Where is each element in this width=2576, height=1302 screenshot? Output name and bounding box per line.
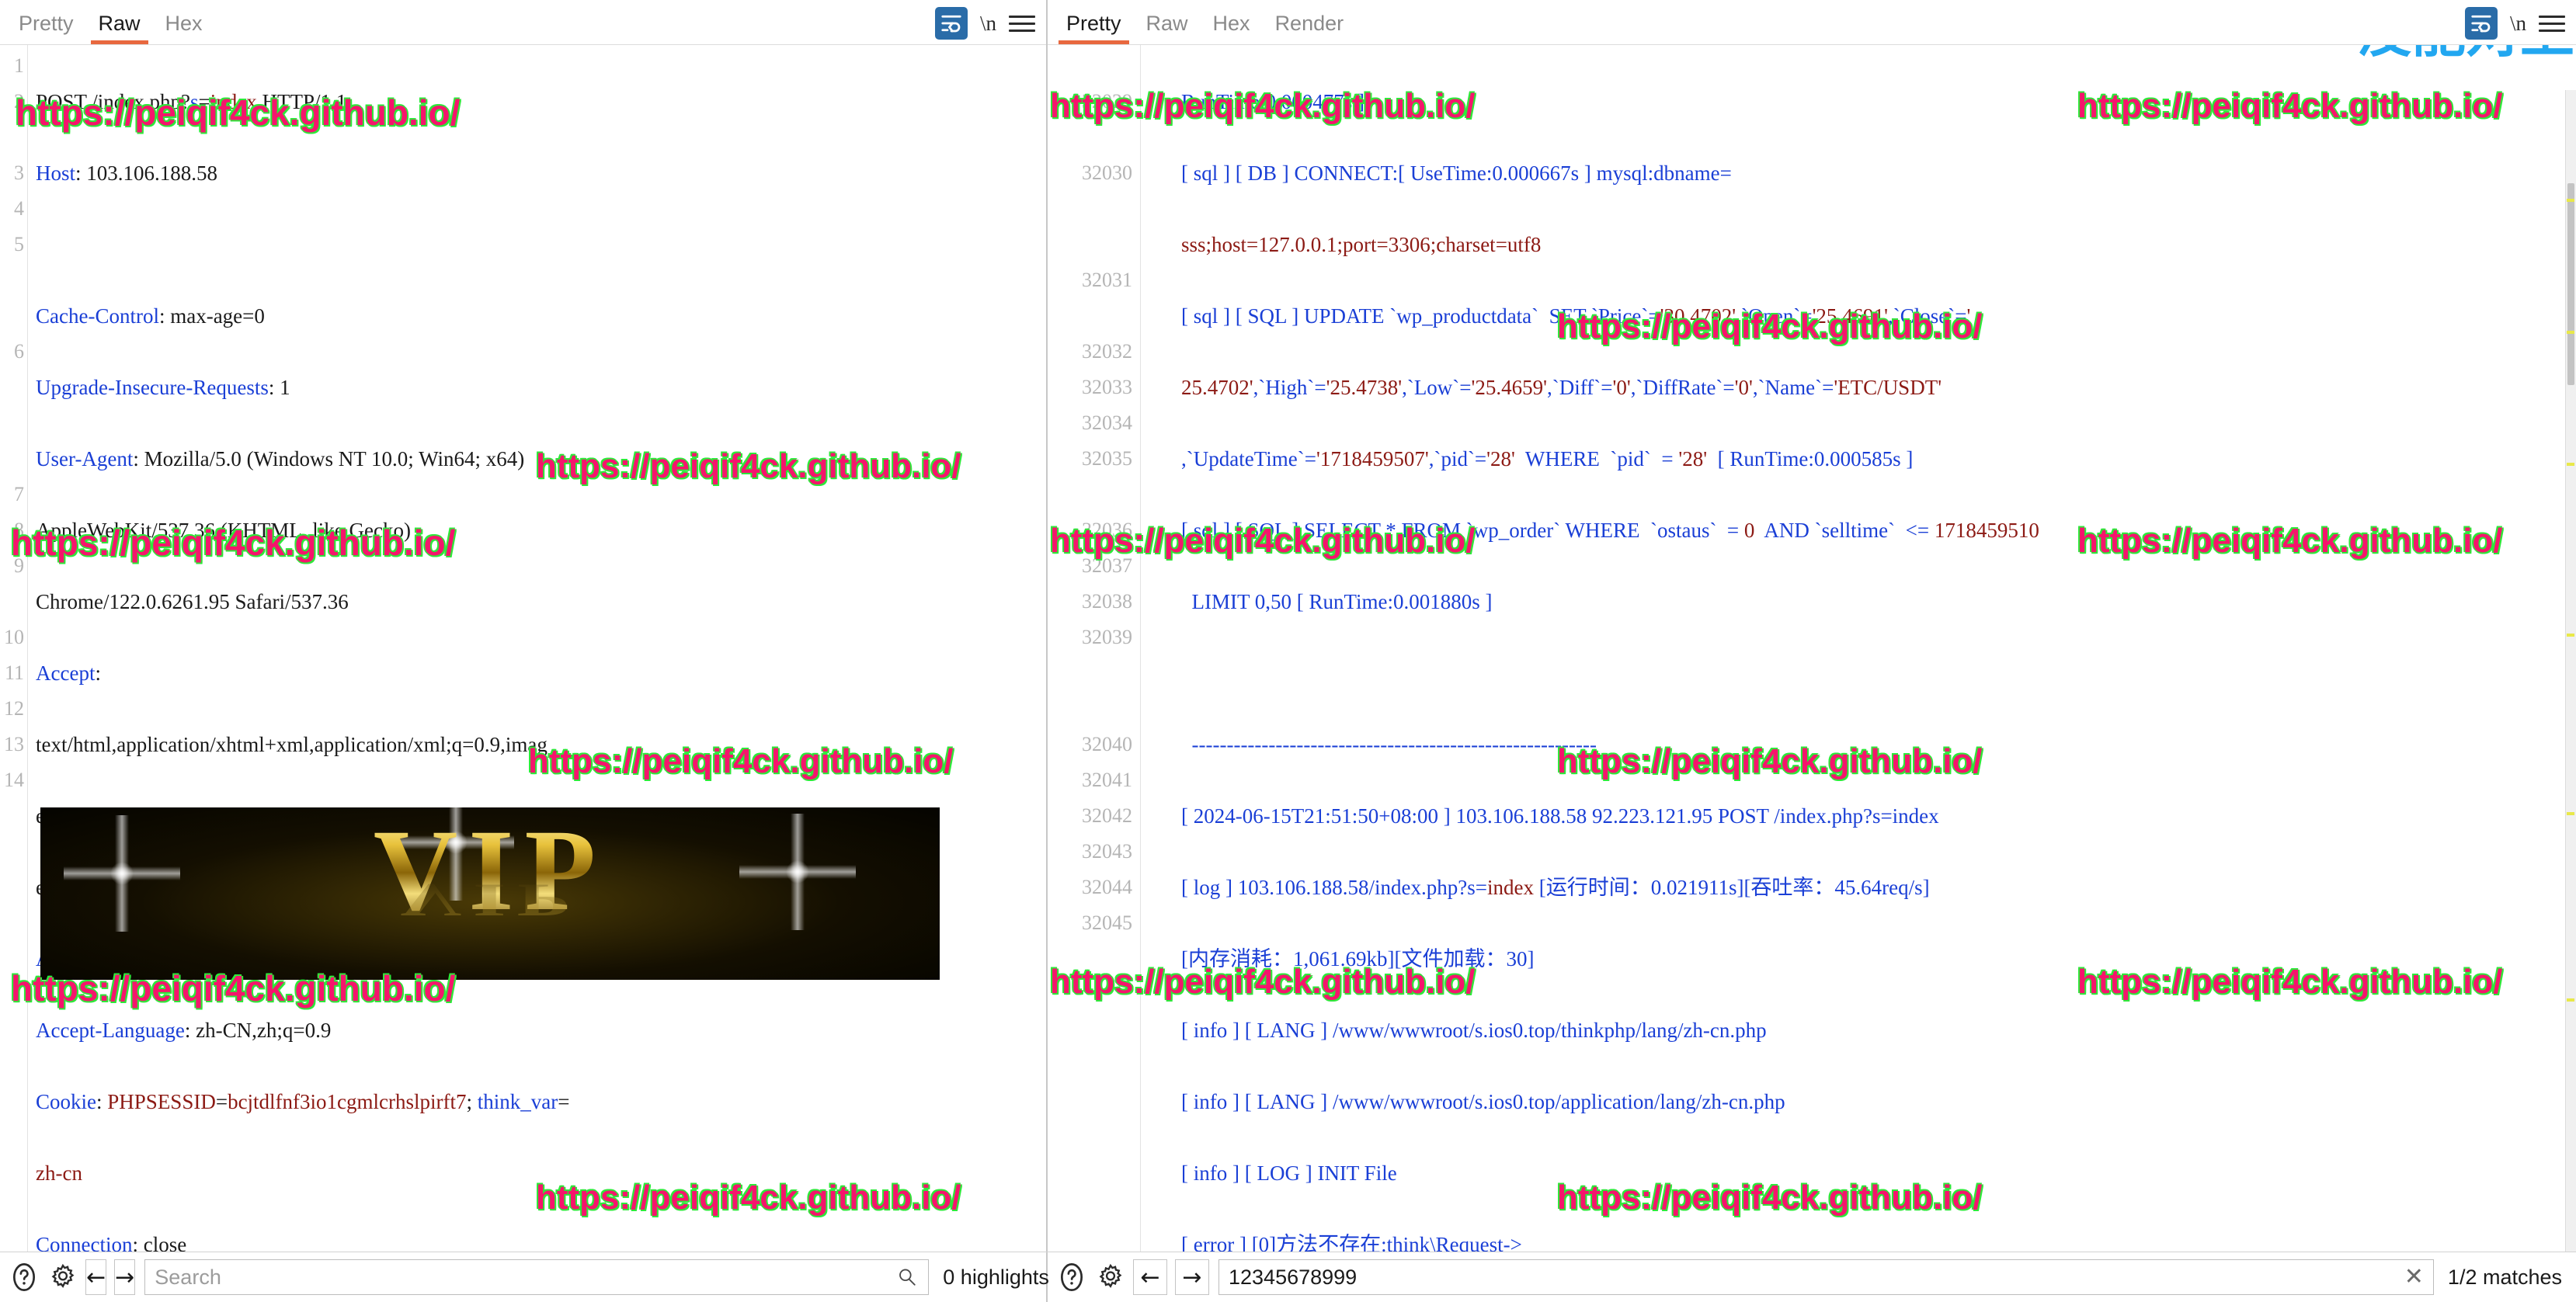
footer-bars: ← → 0 highlights xyxy=(0,1252,2576,1302)
response-row-5: ,`UpdateTime`='1718459507',`pid`='28' WH… xyxy=(1181,447,1914,470)
response-row-6: [ sql ] [ SQL ] SELECT * FROM `wp_order`… xyxy=(1181,519,2039,542)
response-search-box[interactable]: ✕ xyxy=(1218,1259,2434,1295)
response-row-1: [ sql ] [ DB ] CONNECT:[ UseTime:0.00066… xyxy=(1181,161,1732,185)
response-editor[interactable]: 32029 32030 32031 32032 32033 32034 32035 3… xyxy=(1048,45,2576,1252)
gear-icon[interactable] xyxy=(1096,1262,1125,1292)
response-match-markers xyxy=(2565,90,2576,1252)
response-row-14: [ info ] [ LANG ] /www/wwwroot/s.ios0.to… xyxy=(1181,1090,1785,1113)
request-gutter: 12 345 6 789 10 11 12 13 14 xyxy=(0,45,28,1252)
request-editor[interactable]: 12 345 6 789 10 11 12 13 14 POST /index.php… xyxy=(0,45,1046,1252)
request-line-6: Accept: xyxy=(36,661,101,685)
help-icon[interactable] xyxy=(9,1262,39,1292)
search-prev-button[interactable]: ← xyxy=(1133,1259,1167,1295)
clear-search-icon[interactable]: ✕ xyxy=(2404,1266,2424,1289)
request-line-1: POST /index.php?s=index HTTP/1.1 xyxy=(36,90,347,113)
response-pane: Pretty Raw Hex Render \n 32029 32030 320… xyxy=(1048,0,2576,1252)
request-line-5: User-Agent: Mozilla/5.0 (Windows NT 10.0… xyxy=(36,447,525,470)
response-row-16: [ error ] [0]方法不存在:think\Request-> xyxy=(1181,1233,1522,1252)
response-match-count: 1/2 matches xyxy=(2447,1265,2562,1289)
response-gutter: 32029 32030 32031 32032 32033 32034 32035 3… xyxy=(1048,45,1141,1252)
response-row-9: ----------------------------------------… xyxy=(1181,733,1597,756)
gear-icon[interactable] xyxy=(48,1262,78,1292)
response-search-bar: ← → ✕ 1/2 matches xyxy=(1048,1252,2576,1302)
response-search-input[interactable] xyxy=(1219,1260,2433,1294)
request-pane: Pretty Raw Hex \n 1 2 3 4 5 6 7 8 9 10 1… xyxy=(0,0,1048,1252)
request-search-box[interactable] xyxy=(144,1259,930,1295)
request-tabstrip: Pretty Raw Hex \n xyxy=(0,0,1046,45)
request-line-5c: Chrome/122.0.6261.95 Safari/537.36 xyxy=(36,590,349,613)
request-search-bar: ← → 0 highlights xyxy=(0,1252,1049,1302)
request-line-2: Host: 103.106.188.58 xyxy=(36,161,218,185)
response-row-4: 25.4702',`High`='25.4738',`Low`='25.4659… xyxy=(1181,376,1942,399)
word-wrap-icon[interactable] xyxy=(934,7,968,40)
response-row-0: RunTime:0.000477s ] xyxy=(1181,90,1365,113)
response-row-7: LIMIT 0,50 [ RunTime:0.001880s ] xyxy=(1181,590,1493,613)
response-row-2: sss;host=127.0.0.1;port=3306;charset=utf… xyxy=(1181,233,1542,256)
request-code[interactable]: POST /index.php?s=index HTTP/1.1 Host: 1… xyxy=(28,45,1046,1252)
request-search-input[interactable] xyxy=(145,1260,929,1294)
request-line-9: Cookie: PHPSESSID=bcjtdlfnf3io1cgmlcrhsl… xyxy=(36,1090,570,1113)
newline-icon[interactable]: \n xyxy=(980,12,996,36)
response-row-10: [ 2024-06-15T21:51:50+08:00 ] 103.106.18… xyxy=(1181,804,1939,828)
response-row-12: [内存消耗：1,061.69kb][文件加载：30] xyxy=(1181,947,1535,970)
tab-request-raw[interactable]: Raw xyxy=(90,13,148,44)
response-row-3: [ sql ] [ SQL ] UPDATE `wp_productdata` … xyxy=(1181,304,1971,328)
response-tabstrip: Pretty Raw Hex Render \n xyxy=(1048,0,2576,45)
request-line-blank-a xyxy=(36,227,1046,262)
response-code[interactable]: RunTime:0.000477s ] [ sql ] [ DB ] CONNE… xyxy=(1141,45,2576,1252)
tab-response-render[interactable]: Render xyxy=(1267,13,1352,44)
request-highlight-count: 0 highlights xyxy=(943,1265,1049,1289)
request-line-4: Upgrade-Insecure-Requests: 1 xyxy=(36,376,290,399)
request-line-5b: AppleWebKit/537.36 (KHTML, like Gecko) xyxy=(36,519,411,542)
request-strip-icons: \n xyxy=(934,7,1046,40)
search-next-button[interactable]: → xyxy=(114,1259,136,1295)
menu-icon[interactable] xyxy=(2539,15,2565,32)
tab-response-pretty[interactable]: Pretty xyxy=(1059,13,1129,44)
tab-response-hex[interactable]: Hex xyxy=(1205,13,1258,44)
request-line-9b: zh-cn xyxy=(36,1161,82,1185)
vip-banner-reflection: VIP xyxy=(40,874,940,926)
request-line-8: Accept-Language: zh-CN,zh;q=0.9 xyxy=(36,1019,332,1042)
request-line-10: Connection: close xyxy=(36,1233,187,1252)
split-panes: Pretty Raw Hex \n 1 2 3 4 5 6 7 8 9 10 1… xyxy=(0,0,2576,1252)
response-row-13: [ info ] [ LANG ] /www/wwwroot/s.ios0.to… xyxy=(1181,1019,1767,1042)
vip-banner-image: VIP VIP xyxy=(40,807,940,980)
newline-icon[interactable]: \n xyxy=(2510,12,2526,36)
response-row-15: [ info ] [ LOG ] INIT File xyxy=(1181,1161,1397,1185)
tab-request-hex[interactable]: Hex xyxy=(158,13,210,44)
search-next-button[interactable]: → xyxy=(1175,1259,1209,1295)
response-strip-icons: \n xyxy=(2464,7,2576,40)
help-icon[interactable] xyxy=(1057,1262,1086,1292)
search-prev-button[interactable]: ← xyxy=(85,1259,107,1295)
response-row-8 xyxy=(1181,655,2576,691)
word-wrap-icon[interactable] xyxy=(2464,7,2498,40)
tab-request-pretty[interactable]: Pretty xyxy=(11,13,82,44)
menu-icon[interactable] xyxy=(1009,15,1035,32)
request-line-3: Cache-Control: max-age=0 xyxy=(36,304,265,328)
response-row-11: [ log ] 103.106.188.58/index.php?s=index… xyxy=(1181,876,1930,899)
tab-response-raw[interactable]: Raw xyxy=(1139,13,1196,44)
request-line-6b: text/html,application/xhtml+xml,applicat… xyxy=(36,733,548,756)
burp-suite-window: Pretty Raw Hex \n 1 2 3 4 5 6 7 8 9 10 1… xyxy=(0,0,2576,1302)
